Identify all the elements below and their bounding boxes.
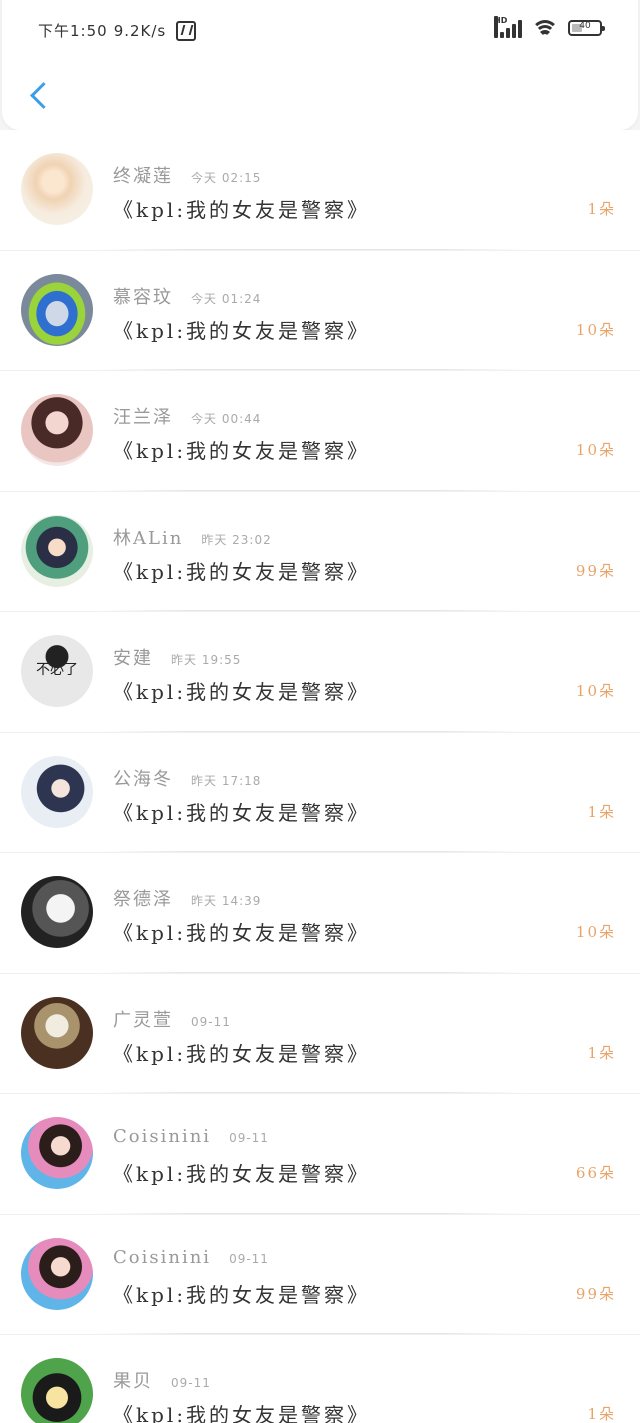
avatar[interactable] bbox=[21, 514, 93, 587]
timestamp: 今天 00:44 bbox=[191, 412, 262, 426]
gift-count: 66朵 bbox=[575, 1164, 616, 1182]
avatar[interactable] bbox=[21, 876, 93, 948]
message-text: 《kpl:我的女友是警察》 bbox=[113, 1041, 371, 1066]
list-item[interactable]: 公海冬 昨天 17:18 《kpl:我的女友是警察》 1朵 bbox=[0, 731, 640, 852]
avatar[interactable] bbox=[21, 1117, 93, 1189]
username[interactable]: 广灵萱 bbox=[113, 1006, 173, 1032]
name-line: Coisinini 09-11 bbox=[113, 1126, 269, 1147]
list-item[interactable]: Coisinini 09-11 《kpl:我的女友是警察》 66朵 bbox=[0, 1093, 640, 1214]
list-item[interactable]: 祭德泽 昨天 14:39 《kpl:我的女友是警察》 10朵 bbox=[0, 852, 640, 973]
gift-count: 10朵 bbox=[575, 441, 616, 459]
name-line: Coisinini 09-11 bbox=[113, 1247, 269, 1268]
gift-count: 10朵 bbox=[575, 923, 616, 941]
message-text: 《kpl:我的女友是警察》 bbox=[113, 680, 371, 704]
username[interactable]: 慕容玟 bbox=[113, 283, 173, 309]
timestamp: 09-11 bbox=[171, 1376, 211, 1390]
username[interactable]: 祭德泽 bbox=[113, 885, 173, 911]
message-text: 《kpl:我的女友是警察》 bbox=[113, 559, 371, 584]
gift-list: 终凝莲 今天 02:15 《kpl:我的女友是警察》 1朵 慕容玟 今天 01:… bbox=[0, 130, 640, 1423]
timestamp: 昨天 23:02 bbox=[201, 532, 272, 547]
list-item[interactable]: Coisinini 09-11 《kpl:我的女友是警察》 99朵 bbox=[0, 1213, 640, 1334]
timestamp: 今天 01:24 bbox=[191, 291, 262, 306]
avatar[interactable] bbox=[21, 394, 93, 466]
screen: 下午1:50 9.2K/s HD 40 终凝莲 今天 02:15 《kpl:我的… bbox=[0, 0, 640, 1423]
name-line: 果贝 09-11 bbox=[113, 1367, 211, 1393]
back-button[interactable] bbox=[24, 78, 54, 114]
hd-label: HD bbox=[494, 16, 507, 38]
list-item[interactable]: 林ALin 昨天 23:02 《kpl:我的女友是警察》 99朵 bbox=[0, 490, 640, 611]
timestamp: 今天 02:15 bbox=[191, 171, 262, 185]
gift-count: 1朵 bbox=[587, 1043, 616, 1062]
timestamp: 09-11 bbox=[191, 1014, 231, 1029]
list-item[interactable]: 终凝莲 今天 02:15 《kpl:我的女友是警察》 1朵 bbox=[0, 130, 640, 250]
status-time: 下午1:50 bbox=[38, 22, 108, 40]
username[interactable]: 公海冬 bbox=[113, 765, 173, 791]
name-line: 林ALin 昨天 23:02 bbox=[113, 524, 272, 550]
nfc-icon bbox=[176, 20, 197, 41]
avatar[interactable] bbox=[21, 996, 93, 1069]
timestamp: 09-11 bbox=[229, 1251, 269, 1266]
gift-count: 99朵 bbox=[575, 561, 616, 580]
timestamp: 09-11 bbox=[229, 1131, 269, 1145]
gift-count: 99朵 bbox=[575, 1284, 616, 1303]
avatar[interactable] bbox=[21, 153, 93, 225]
signal-icon: HD bbox=[494, 16, 522, 38]
battery-icon: 40 bbox=[568, 20, 605, 36]
username[interactable]: 安建 bbox=[113, 644, 153, 670]
list-item[interactable]: 不必了 安建 昨天 19:55 《kpl:我的女友是警察》 10朵 bbox=[0, 611, 640, 732]
username[interactable]: 汪兰泽 bbox=[113, 403, 173, 429]
timestamp: 昨天 17:18 bbox=[191, 773, 262, 788]
timestamp: 昨天 19:55 bbox=[171, 653, 242, 667]
message-text: 《kpl:我的女友是警察》 bbox=[113, 439, 371, 463]
list-item[interactable]: 汪兰泽 今天 00:44 《kpl:我的女友是警察》 10朵 bbox=[0, 370, 640, 491]
name-line: 公海冬 昨天 17:18 bbox=[113, 765, 261, 791]
avatar[interactable]: 不必了 bbox=[21, 635, 93, 707]
avatar[interactable] bbox=[21, 755, 93, 828]
message-text: 《kpl:我的女友是警察》 bbox=[113, 318, 371, 343]
name-line: 终凝莲 今天 02:15 bbox=[113, 162, 261, 188]
list-item[interactable]: 果贝 09-11 《kpl:我的女友是警察》 1朵 bbox=[0, 1334, 640, 1423]
gift-count: 10朵 bbox=[575, 682, 616, 700]
message-text: 《kpl:我的女友是警察》 bbox=[113, 921, 371, 945]
gift-count: 10朵 bbox=[575, 320, 616, 339]
gift-count: 1朵 bbox=[587, 802, 616, 821]
message-text: 《kpl:我的女友是警察》 bbox=[113, 1403, 371, 1423]
status-left: 下午1:50 9.2K/s bbox=[38, 20, 197, 41]
avatar-caption: 不必了 bbox=[36, 662, 78, 678]
name-line: 汪兰泽 今天 00:44 bbox=[113, 403, 261, 429]
list-item[interactable]: 慕容玟 今天 01:24 《kpl:我的女友是警察》 10朵 bbox=[0, 249, 640, 370]
gift-count: 1朵 bbox=[587, 200, 616, 218]
name-line: 慕容玟 今天 01:24 bbox=[113, 283, 261, 309]
username[interactable]: 果贝 bbox=[113, 1367, 153, 1393]
username[interactable]: Coisinini bbox=[113, 1247, 211, 1268]
message-text: 《kpl:我的女友是警察》 bbox=[113, 1162, 371, 1186]
battery-level: 40 bbox=[579, 21, 591, 31]
avatar[interactable] bbox=[21, 1358, 93, 1423]
name-line: 安建 昨天 19:55 bbox=[113, 644, 241, 670]
status-right: HD 40 bbox=[494, 16, 605, 38]
status-net-speed: 9.2K/s bbox=[113, 21, 167, 40]
timestamp: 昨天 14:39 bbox=[191, 894, 262, 908]
top-bar: 下午1:50 9.2K/s HD 40 bbox=[2, 0, 638, 130]
username[interactable]: 终凝莲 bbox=[113, 162, 173, 188]
message-text: 《kpl:我的女友是警察》 bbox=[113, 198, 371, 222]
gift-count: 1朵 bbox=[587, 1405, 616, 1423]
name-line: 广灵萱 09-11 bbox=[113, 1006, 231, 1032]
username[interactable]: 林ALin bbox=[113, 524, 183, 550]
message-text: 《kpl:我的女友是警察》 bbox=[113, 800, 371, 825]
status-bar: 下午1:50 9.2K/s HD 40 bbox=[2, 0, 638, 60]
wifi-icon bbox=[532, 18, 558, 38]
list-item[interactable]: 广灵萱 09-11 《kpl:我的女友是警察》 1朵 bbox=[0, 972, 640, 1093]
avatar[interactable] bbox=[21, 273, 93, 346]
message-text: 《kpl:我的女友是警察》 bbox=[113, 1282, 371, 1307]
name-line: 祭德泽 昨天 14:39 bbox=[113, 885, 261, 911]
username[interactable]: Coisinini bbox=[113, 1126, 211, 1147]
avatar[interactable] bbox=[21, 1237, 93, 1310]
